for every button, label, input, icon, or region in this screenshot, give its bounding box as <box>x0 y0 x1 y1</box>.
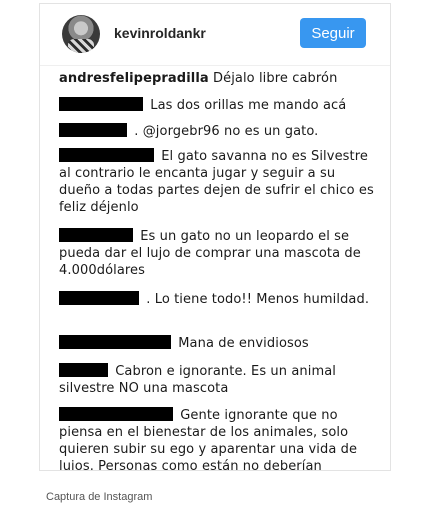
redacted-author <box>59 228 133 242</box>
post-header: kevinroldankr Seguir <box>40 4 390 66</box>
comment-item: Cabron e ignorante. Es un animal silvest… <box>59 363 374 397</box>
comment-text: Las dos orillas me mando acá <box>150 98 347 113</box>
username[interactable]: kevinroldankr <box>114 25 206 41</box>
comment-text: . @jorgebr96 no es un gato. <box>134 124 319 139</box>
comment-text: Mana de envidiosos <box>178 336 309 351</box>
redacted-author <box>59 407 173 421</box>
comment-item: Gente ignorante que no piensa en el bien… <box>59 407 374 470</box>
comment-item: El gato savanna no es Silvestre al contr… <box>59 148 374 216</box>
comment-text: . Lo tiene todo!! Menos humildad. <box>146 292 370 307</box>
image-caption: Captura de Instagram <box>46 491 153 503</box>
redacted-author <box>59 123 127 137</box>
comment-item: . @jorgebr96 no es un gato. <box>59 123 374 140</box>
instagram-screenshot: kevinroldankr Seguir andresfelipepradill… <box>39 3 391 471</box>
comment-item: Mana de envidiosos <box>59 335 374 352</box>
redacted-author <box>59 97 143 111</box>
avatar[interactable] <box>62 15 100 53</box>
comment-item: andresfelipepradilla Déjalo libre cabrón <box>59 70 374 87</box>
comment-item: Las dos orillas me mando acá <box>59 97 374 114</box>
redacted-author <box>59 148 154 162</box>
comment-item: . Lo tiene todo!! Menos humildad. <box>59 291 374 308</box>
follow-button[interactable]: Seguir <box>300 18 366 48</box>
comment-item: Es un gato no un leopardo el se pueda da… <box>59 228 374 279</box>
comment-author[interactable]: andresfelipepradilla <box>59 71 209 86</box>
redacted-author <box>59 363 108 377</box>
redacted-author <box>59 291 139 305</box>
redacted-author <box>59 335 171 349</box>
comments-list: andresfelipepradilla Déjalo libre cabrón… <box>40 66 390 470</box>
avatar-shirt <box>68 39 94 53</box>
comment-text: Déjalo libre cabrón <box>212 71 338 86</box>
